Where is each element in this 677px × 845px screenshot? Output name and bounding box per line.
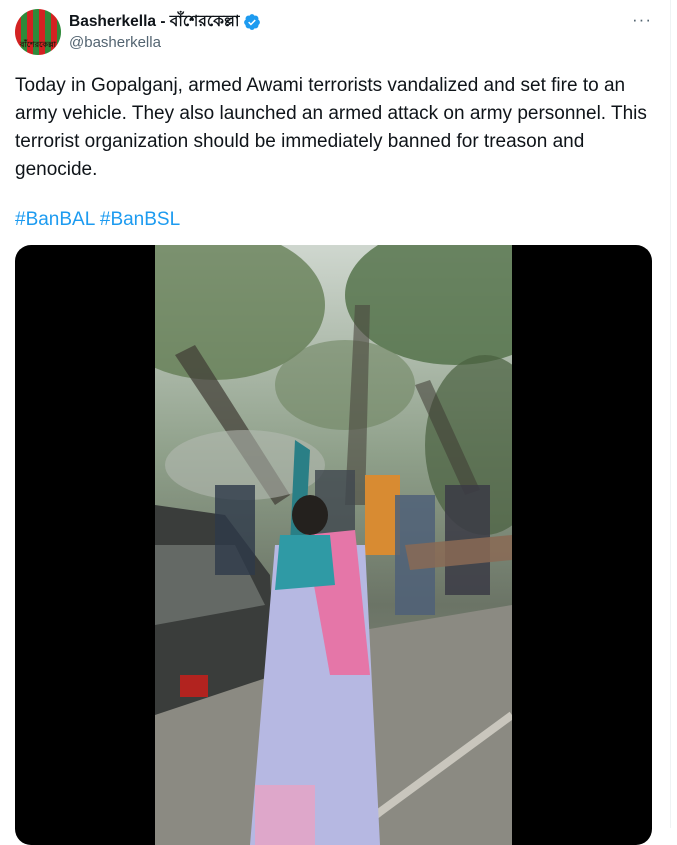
tweet-hashtags: #BanBAL #BanBSL (15, 206, 180, 234)
video-frame (155, 245, 512, 845)
avatar[interactable]: বাঁশেরকেল্লা (15, 9, 61, 55)
avatar-text: বাঁশেরকেল্লা (20, 40, 56, 49)
author-handle[interactable]: @basherkella (69, 34, 161, 51)
author-name-row: Basherkella - বাঁশেরকেল্লা (69, 11, 261, 33)
hashtag-link-banbsl[interactable]: #BanBSL (100, 209, 180, 230)
author-display-name[interactable]: Basherkella - বাঁশেরকেল্লা (69, 9, 239, 35)
tweet-body: Today in Gopalganj, armed Awami terroris… (15, 75, 647, 180)
tweet-video[interactable] (15, 245, 652, 845)
hashtag-link-banbal[interactable]: #BanBAL (15, 209, 95, 230)
more-options-icon[interactable]: ··· (631, 9, 653, 31)
tweet-text: Today in Gopalganj, armed Awami terroris… (15, 72, 665, 184)
verified-badge-icon (244, 14, 261, 30)
tweet[interactable]: বাঁশেরকেল্লা Basherkella - বাঁশেরকেল্লা … (0, 0, 671, 845)
